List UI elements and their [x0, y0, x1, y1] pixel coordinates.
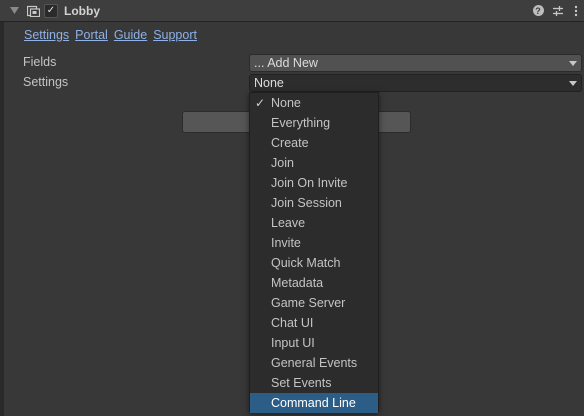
left-edge: [0, 0, 4, 416]
menu-item-input-ui[interactable]: Input UI: [250, 333, 378, 353]
fields-dropdown[interactable]: ... Add New: [249, 54, 582, 72]
component-header[interactable]: ✓ Lobby ?: [0, 0, 584, 22]
menu-item-leave[interactable]: Leave: [250, 213, 378, 233]
more-options-icon[interactable]: [571, 0, 581, 21]
foldout-arrow-icon[interactable]: [8, 0, 20, 21]
settings-dropdown-value: None: [254, 76, 284, 90]
link-support[interactable]: Support: [153, 28, 197, 44]
menu-item-create[interactable]: Create: [250, 133, 378, 153]
menu-item-game-server[interactable]: Game Server: [250, 293, 378, 313]
menu-item-metadata[interactable]: Metadata: [250, 273, 378, 293]
component-title: Lobby: [64, 3, 100, 18]
menu-item-join-session[interactable]: Join Session: [250, 193, 378, 213]
preset-icon[interactable]: [551, 0, 565, 21]
link-settings[interactable]: Settings: [24, 28, 69, 44]
inspector-panel: ✓ Lobby ? Settings Portal Guide Support: [0, 0, 584, 416]
dropdown-arrow-icon: [569, 81, 577, 86]
settings-dropdown-menu: ✓ None Everything Create Join Join On In…: [249, 92, 379, 413]
menu-item-invite[interactable]: Invite: [250, 233, 378, 253]
settings-dropdown[interactable]: None: [249, 74, 582, 92]
menu-item-join[interactable]: Join: [250, 153, 378, 173]
menu-item-everything[interactable]: Everything: [250, 113, 378, 133]
fields-dropdown-value: ... Add New: [254, 56, 318, 70]
menu-item-none[interactable]: ✓ None: [250, 93, 378, 113]
link-portal[interactable]: Portal: [75, 28, 108, 44]
script-icon: [25, 0, 41, 21]
settings-label: Settings: [23, 75, 69, 89]
menu-item-command-line[interactable]: Command Line: [250, 393, 378, 413]
check-icon: ✓: [255, 96, 266, 110]
fields-label: Fields: [23, 55, 57, 69]
menu-item-quick-match[interactable]: Quick Match: [250, 253, 378, 273]
menu-item-chat-ui[interactable]: Chat UI: [250, 313, 378, 333]
menu-item-set-events[interactable]: Set Events: [250, 373, 378, 393]
links-bar: Settings Portal Guide Support: [24, 28, 197, 44]
help-icon[interactable]: ?: [532, 0, 544, 21]
link-guide[interactable]: Guide: [114, 28, 147, 44]
enabled-checkbox[interactable]: ✓: [44, 0, 58, 21]
menu-item-general-events[interactable]: General Events: [250, 353, 378, 373]
menu-item-join-on-invite[interactable]: Join On Invite: [250, 173, 378, 193]
dropdown-arrow-icon: [569, 61, 577, 66]
